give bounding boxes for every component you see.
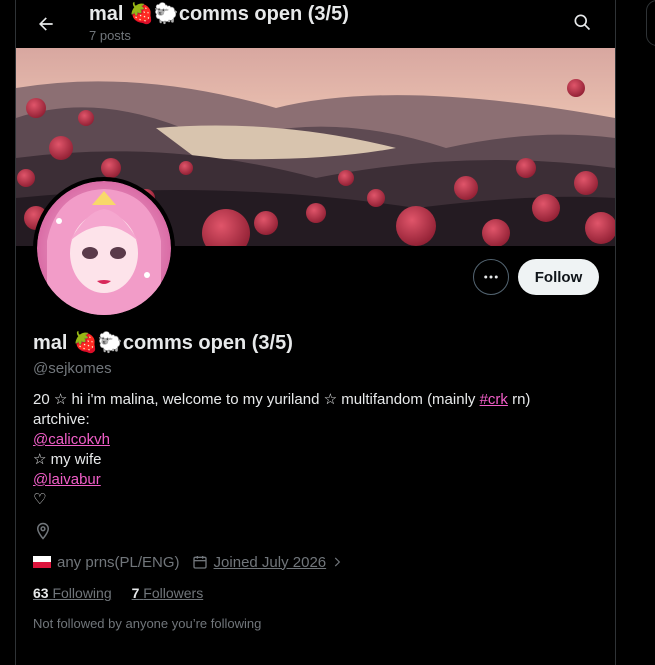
header-post-count: 7 posts — [89, 28, 131, 43]
followers-link[interactable]: 7 Followers — [132, 585, 204, 601]
more-options-button[interactable] — [473, 259, 509, 295]
bio-line-2: artchive: — [33, 411, 90, 428]
search-button[interactable] — [564, 4, 600, 40]
profile-name: mal 🍓🐑comms open (3/5) — [33, 332, 293, 354]
profile-handle: @sejkomes — [33, 360, 112, 377]
following-label: Following — [52, 585, 112, 601]
bio-line-1: 20 ☆ hi i'm malina, welcome to my yurila… — [33, 390, 593, 410]
profile-meta-row: any prns(PL/ENG) Joined July 2026 — [33, 552, 344, 572]
search-icon — [574, 14, 591, 31]
joined-date-link[interactable]: Joined July 2026 — [214, 554, 327, 571]
profile-header: mal 🍓🐑comms open (3/5) 7 posts — [16, 0, 615, 48]
column-border-right — [615, 0, 616, 665]
bio-line-6: ♡ — [33, 491, 47, 508]
sidebar-search-edge[interactable] — [646, 0, 655, 46]
bio-line-4: ☆ my wife — [33, 451, 102, 468]
profile-bio: 20 ☆ hi i'm malina, welcome to my yurila… — [33, 390, 593, 510]
not-followed-note: Not followed by anyone you’re following — [33, 616, 262, 631]
header-title: mal 🍓🐑comms open (3/5) — [89, 3, 349, 25]
bio-text: 20 ☆ hi i'm malina, welcome to my yurila… — [33, 391, 480, 408]
hashtag-link-crk[interactable]: #crk — [480, 391, 508, 408]
profile-avatar[interactable] — [33, 177, 175, 319]
follow-button[interactable]: Follow — [518, 259, 599, 295]
poland-flag-icon — [33, 556, 51, 568]
back-arrow-icon — [39, 17, 53, 31]
chevron-right-icon[interactable] — [330, 555, 344, 569]
follow-stats: 63 Following 7 Followers — [33, 585, 203, 601]
following-count: 63 — [33, 585, 49, 601]
mention-link-calicokvh[interactable]: @calicokvh — [33, 431, 110, 448]
following-link[interactable]: 63 Following — [33, 585, 112, 601]
bio-text: rn) — [507, 391, 531, 408]
location-icon — [36, 522, 50, 540]
followers-count: 7 — [131, 585, 140, 601]
pronouns-text: any prns(PL/ENG) — [57, 553, 180, 571]
followers-label: Followers — [143, 585, 204, 601]
more-icon — [484, 275, 498, 279]
back-button[interactable] — [28, 6, 64, 42]
mention-link-laivabur[interactable]: @laivabur — [33, 471, 101, 488]
calendar-icon — [192, 554, 208, 570]
